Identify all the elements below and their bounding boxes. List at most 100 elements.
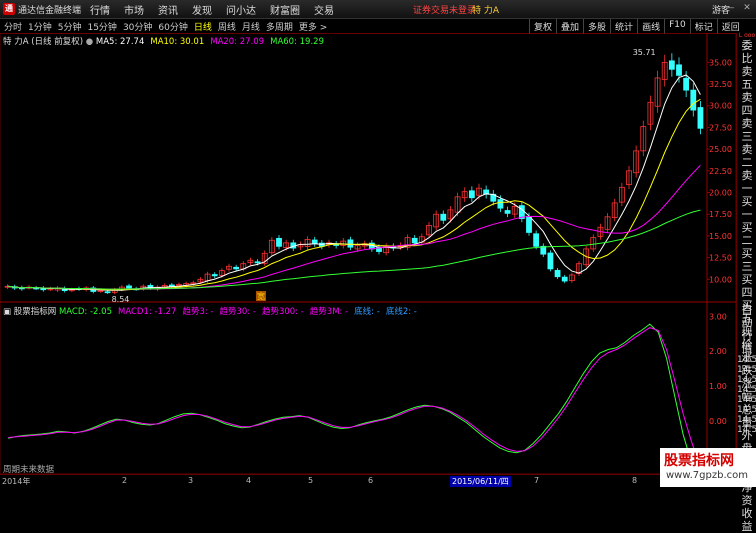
period-tab-2[interactable]: 5分钟 — [58, 20, 82, 33]
time-label-5: 6 — [368, 476, 374, 485]
tool-button-6[interactable]: 标记 — [689, 19, 717, 34]
watermark: 股票指标网 www.7gpzb.com — [660, 448, 756, 487]
low-price-label: 8.54 — [112, 295, 130, 304]
indicator-legend-5: 趋势3M: - — [309, 307, 349, 317]
candle-body — [504, 210, 511, 214]
price-tick-7: 17.50 — [709, 210, 732, 219]
candle-body — [104, 291, 111, 294]
tool-button-3[interactable]: 统计 — [610, 19, 637, 34]
period-tab-9[interactable]: 多周期 — [266, 20, 293, 33]
nodata-label: 周期未来数据 — [3, 465, 55, 475]
period-tab-1[interactable]: 1分钟 — [28, 20, 52, 33]
app-logo-icon: 通 — [3, 3, 15, 15]
indicator-legend-6: 底线: - — [354, 307, 380, 317]
menu-item-5[interactable]: 财富圈 — [270, 2, 300, 17]
chart-frame — [0, 33, 736, 474]
tick-row-8: 14:5( — [737, 415, 756, 425]
price-tick-9: 12.50 — [709, 254, 732, 263]
time-label-3: 4 — [246, 476, 252, 485]
candle-body — [561, 276, 568, 282]
menu-item-3[interactable]: 发现 — [192, 2, 212, 17]
kline-chart[interactable]: 35.00 32.50 30.00 27.50 25.00 22.50 20.00 17.50… — [0, 33, 736, 474]
candle-body — [276, 237, 282, 247]
menu-item-4[interactable]: 问小达 — [226, 2, 256, 17]
indicator-legend-2: 趋势3: - — [182, 307, 214, 317]
macd-line-MACD1 — [8, 327, 701, 466]
quote-field-0: 委比 — [741, 39, 753, 65]
tick-row-0: 自动 — [741, 303, 753, 329]
candle-body — [233, 266, 240, 270]
quote-field-4: 卖二 — [741, 143, 753, 169]
quote-field-7: 买二 — [741, 221, 753, 247]
watermark-url: www.7gpzb.com — [666, 470, 748, 481]
login-status[interactable]: 证券交易未登录 — [413, 3, 476, 16]
indicator-legend-title[interactable]: ▣ 股票指标网 — [3, 307, 59, 317]
quote-field-9: 买四 — [741, 273, 753, 299]
menu-item-6[interactable]: 交易 — [314, 2, 334, 17]
indicator-legend: ▣ 股票指标网 MACD: -2.05 MACD1: -1.27 趋势3: - 趋势3… — [3, 305, 423, 317]
tick-row-9: 14:5( — [737, 425, 756, 435]
tool-button-1[interactable]: 叠加 — [556, 19, 583, 34]
price-tick-4: 25.00 — [709, 145, 732, 154]
candle-body — [533, 233, 540, 247]
title-bar: 通 通达信金融终端 行情 市场 资讯 发现 问小达 财富圈 交易 证券交易未登录 特 力A … — [0, 0, 756, 19]
quote-field-2: 卖四 — [741, 91, 753, 117]
time-label-6: 2015/06/11/四 — [450, 476, 511, 487]
price-tick-5: 22.50 — [709, 167, 732, 176]
price-tick-10: 10.00 — [709, 275, 732, 284]
time-label-8: 8 — [632, 476, 638, 485]
candle-body — [526, 215, 532, 233]
period-tab-8[interactable]: 月线 — [242, 20, 260, 33]
period-tab-5[interactable]: 60分钟 — [158, 20, 187, 33]
candle-body — [126, 285, 132, 289]
candle-body — [690, 89, 697, 111]
minimize-icon[interactable]: — — [725, 3, 735, 13]
tick-row-7: 14:5( — [737, 405, 756, 415]
chart-toolbar: 分时 1分钟 5分钟 15分钟 30分钟 60分钟 日线 周线 月线 多周期 更多 > 复权 叠加 多股… — [0, 19, 756, 34]
period-tab-0[interactable]: 分时 — [4, 20, 22, 33]
candle-body — [697, 107, 704, 129]
tick-list: 自动行情14:5(14:5(14:5(14:5(14:5(14:5(14:5(1… — [737, 303, 756, 435]
price-tick-2: 30.00 — [709, 102, 732, 111]
period-tab-7[interactable]: 周线 — [218, 20, 236, 33]
quote-field-3: 卖三 — [741, 117, 753, 143]
tool-button-4[interactable]: 画线 — [637, 19, 664, 34]
app-title: 通达信金融终端 — [18, 6, 82, 16]
macd-tick-1: 2.00 — [709, 347, 727, 356]
period-selector: 分时 1分钟 5分钟 15分钟 30分钟 60分钟 日线 周线 月线 多周期 更多 > — [4, 20, 327, 33]
menu-item-2[interactable]: 资讯 — [158, 2, 178, 17]
tick-row-1: 行情 — [741, 329, 753, 355]
macd-tick-2: 1.00 — [709, 382, 727, 391]
period-tab-3[interactable]: 15分钟 — [87, 20, 116, 33]
quote-field-6: 买一 — [741, 195, 753, 221]
macd-tick-3: 0.00 — [709, 417, 727, 426]
tool-button-5[interactable]: F10 — [664, 19, 690, 34]
time-label-0: 2014年 — [2, 477, 31, 486]
price-tick-3: 27.50 — [709, 123, 732, 132]
current-stock-name: 特 力A — [472, 6, 500, 16]
tick-row-6: 14:5( — [737, 395, 756, 405]
candle-body — [211, 274, 218, 277]
period-tab-10[interactable]: 更多 > — [299, 20, 327, 33]
ma-line-MA10 — [7, 98, 701, 291]
tick-row-4: 14:5( — [737, 375, 756, 385]
time-label-2: 3 — [188, 476, 194, 485]
time-label-7: 7 — [534, 476, 540, 485]
price-tick-8: 15.00 — [709, 232, 732, 241]
menu-item-0[interactable]: 行情 — [90, 2, 110, 17]
tick-row-2: 14:5( — [737, 355, 756, 365]
quote-field-1: 卖五 — [741, 65, 753, 91]
menu-item-1[interactable]: 市场 — [124, 2, 144, 17]
period-tab-4[interactable]: 30分钟 — [123, 20, 152, 33]
period-tab-6[interactable]: 日线 — [194, 20, 212, 33]
time-axis: 2014年 2 3 4 5 6 2015/06/11/四 7 8 — [0, 474, 736, 488]
time-label-4: 5 — [308, 476, 314, 485]
event-marker-icon[interactable]: 宽 — [256, 291, 266, 301]
tick-row-5: 14:5( — [737, 385, 756, 395]
price-tick-0: 35.00 — [709, 58, 732, 67]
candle-body — [254, 261, 261, 264]
close-icon[interactable]: ✕ — [742, 3, 752, 13]
tool-button-2[interactable]: 多股 — [583, 19, 610, 34]
tool-button-0[interactable]: 复权 — [529, 19, 556, 34]
ma-line-MA60 — [7, 209, 701, 290]
